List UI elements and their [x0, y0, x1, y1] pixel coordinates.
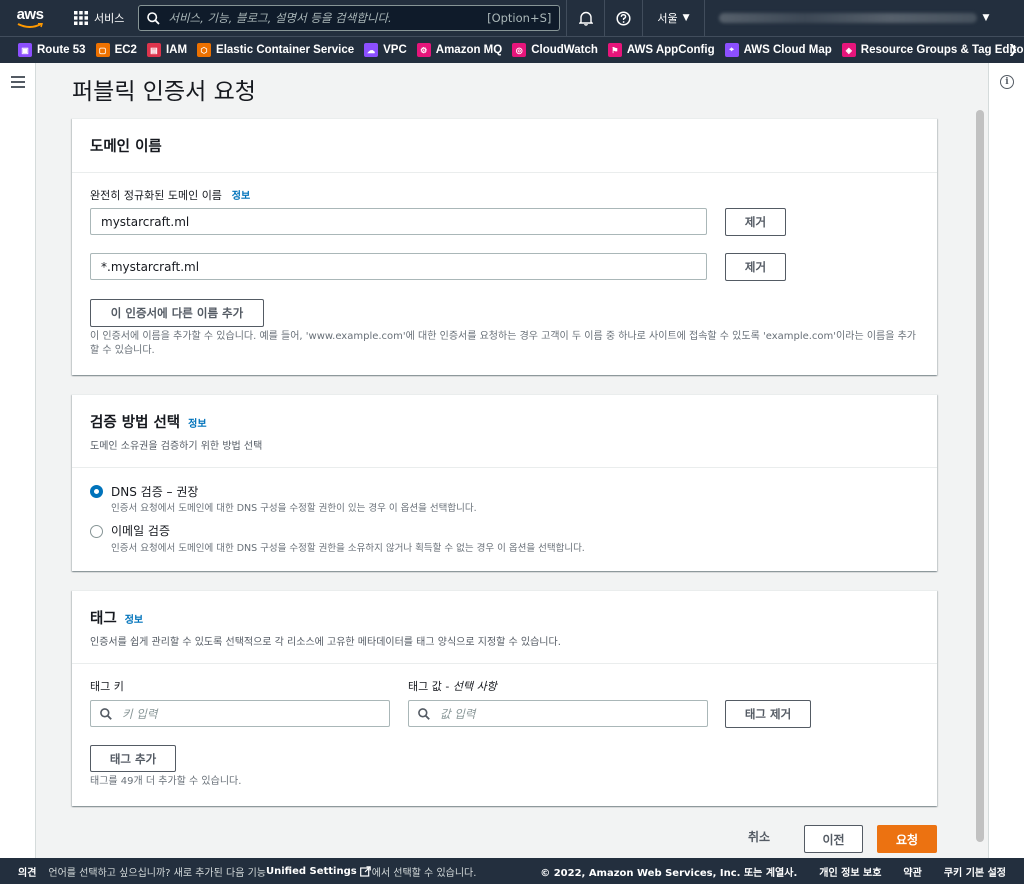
tags-remaining-hint: 태그를 49개 더 추가할 수 있습니다. — [90, 776, 242, 787]
vpc-icon: ☁ — [364, 43, 379, 57]
footer-links: © 2022, Amazon Web Services, Inc. 또는 계열사… — [540, 858, 1006, 884]
cloudmap-icon: ⌖ — [724, 43, 739, 57]
unified-settings-link[interactable]: Unified Settings — [266, 866, 357, 877]
resource-groups-icon: ◈ — [841, 43, 856, 57]
privacy-link[interactable]: 개인 정보 보호 — [819, 864, 881, 879]
tag-key-label: 태그 키 — [90, 680, 124, 693]
favorite-ecs[interactable]: ⬡ Elastic Container Service — [197, 43, 354, 57]
account-name-redacted — [718, 13, 977, 23]
email-validation-radio[interactable] — [90, 525, 103, 538]
notifications-button[interactable] — [566, 0, 604, 36]
favorite-vpc[interactable]: ☁ VPC — [364, 43, 407, 57]
favorite-cloud-map[interactable]: ⌖ AWS Cloud Map — [724, 43, 832, 57]
search-icon — [418, 707, 430, 720]
favorite-appconfig[interactable]: ⚑ AWS AppConfig — [607, 43, 715, 57]
chevron-right-icon[interactable]: ❯ — [1008, 42, 1018, 56]
favorite-resource-groups[interactable]: ◈ Resource Groups & Tag Editor — [841, 43, 1024, 57]
tags-card-title: 태그 — [90, 611, 117, 627]
ec2-icon: ▢ — [95, 43, 110, 57]
mq-icon: ⚙ — [416, 43, 431, 57]
validation-card-title: 검증 방법 선택 — [90, 415, 181, 431]
copyright-text: © 2022, Amazon Web Services, Inc. 또는 계열사… — [540, 867, 798, 879]
favorite-route-53[interactable]: ▣ Route 53 — [18, 43, 86, 57]
services-menu-button[interactable]: 서비스 — [60, 0, 132, 36]
fqdn-label: 완전히 정규화된 도메인 이름 — [90, 189, 222, 202]
favorites-bar: ▣ Route 53 ▢ EC2 ▤ IAM ⬡ Elastic Container S… — [0, 36, 1024, 63]
tag-value-input[interactable]: 값 입력 — [408, 700, 708, 727]
cancel-button[interactable]: 취소 — [748, 828, 770, 845]
fqdn-info-link[interactable]: 정보 — [232, 191, 250, 202]
language-message: 언어를 선택하고 싶으십니까? 새로 추가된 다음 기능 Unified Set… — [48, 865, 477, 879]
caret-down-icon: ▼ — [682, 13, 690, 23]
route53-icon: ▣ — [18, 43, 32, 57]
favorite-iam[interactable]: ▤ IAM — [146, 43, 187, 57]
cloudwatch-icon: ◎ — [512, 43, 527, 57]
domain-card-title: 도메인 이름 — [90, 139, 162, 155]
region-selector[interactable]: 서울 ▼ — [642, 0, 703, 36]
validation-method-card: 검증 방법 선택 정보 도메인 소유권을 검증하기 위한 방법 선택 DNS 검증… — [72, 394, 937, 571]
tags-card: 태그 정보 인증서를 쉽게 관리할 수 있도록 선택적으로 각 리소스에 고유한 … — [72, 590, 937, 806]
page-title: 퍼블릭 인증서 요청 — [72, 79, 256, 105]
search-placeholder: 서비스, 기능, 블로그, 설명서 등을 검색합니다. — [168, 11, 392, 25]
validation-info-link[interactable]: 정보 — [188, 415, 206, 430]
remove-domain-button-1[interactable]: 제거 — [725, 208, 786, 236]
domain-card-header: 도메인 이름 — [72, 119, 937, 173]
global-search-input[interactable]: 서비스, 기능, 블로그, 설명서 등을 검색합니다. [Option+S] — [138, 5, 561, 31]
domain-name-field-1[interactable]: mystarcraft.ml — [90, 208, 707, 235]
aws-logo[interactable]: aws — [0, 0, 60, 36]
ecs-icon: ⬡ — [197, 43, 212, 57]
search-icon — [147, 11, 161, 25]
help-icon — [616, 10, 631, 26]
remove-domain-button-2[interactable]: 제거 — [725, 253, 786, 281]
help-button[interactable] — [604, 0, 642, 36]
remove-tag-button[interactable]: 태그 제거 — [725, 700, 811, 728]
dns-validation-description: 인증서 요청에서 도메인에 대한 DNS 구성을 수정할 권한이 있는 경우 이… — [111, 503, 477, 514]
tag-value-label: 태그 값 - 선택 사항 — [408, 680, 497, 693]
tag-key-input[interactable]: 키 입력 — [90, 700, 390, 727]
tags-info-link[interactable]: 정보 — [125, 611, 143, 626]
dns-validation-title: DNS 검증 – 권장 — [111, 485, 199, 499]
grid-icon — [74, 11, 88, 25]
right-help-rail: i — [988, 63, 1024, 858]
favorite-amazon-mq[interactable]: ⚙ Amazon MQ — [416, 43, 502, 57]
tags-card-description: 인증서를 쉽게 관리할 수 있도록 선택적으로 각 리소스에 고유한 메타데이터… — [90, 637, 561, 648]
aws-smile-icon — [17, 22, 43, 28]
add-name-button[interactable]: 이 인증서에 다른 이름 추가 — [90, 299, 264, 327]
console-footer: 의견 언어를 선택하고 싶으십니까? 새로 추가된 다음 기능 Unified … — [0, 858, 1024, 884]
favorite-ec2[interactable]: ▢ EC2 — [95, 43, 137, 57]
bell-icon — [578, 11, 593, 26]
menu-icon[interactable] — [11, 76, 25, 91]
dns-validation-radio[interactable] — [90, 485, 103, 498]
validation-card-description: 도메인 소유권을 검증하기 위한 방법 선택 — [90, 441, 263, 452]
external-link-icon — [359, 865, 371, 877]
tags-card-header: 태그 정보 인증서를 쉽게 관리할 수 있도록 선택적으로 각 리소스에 고유한 … — [72, 591, 937, 664]
info-icon[interactable]: i — [1000, 75, 1014, 89]
search-icon — [100, 707, 112, 720]
email-validation-description: 인증서 요청에서 도메인에 대한 DNS 구성을 수정할 권한을 소유하지 않거… — [111, 543, 585, 554]
validation-card-header: 검증 방법 선택 정보 도메인 소유권을 검증하기 위한 방법 선택 — [72, 395, 937, 468]
tag-value-optional: 선택 사항 — [452, 680, 497, 693]
add-tag-button[interactable]: 태그 추가 — [90, 745, 176, 772]
top-navigation: aws 서비스 서비스, 기능, 블로그, 설명서 등을 검색합니다. [Opt… — [0, 0, 1024, 36]
cookie-preferences-link[interactable]: 쿠키 기본 설정 — [944, 864, 1006, 879]
left-navigation-rail — [0, 63, 36, 858]
fqdn-label-row: 완전히 정규화된 도메인 이름 정보 — [90, 187, 250, 203]
caret-down-icon: ▼ — [982, 13, 990, 23]
appconfig-icon: ⚑ — [607, 43, 622, 57]
iam-icon: ▤ — [146, 43, 161, 57]
account-menu[interactable]: ▼ — [703, 0, 1024, 36]
domain-names-card: 도메인 이름 완전히 정규화된 도메인 이름 정보 mystarcraft.ml… — [72, 118, 937, 375]
previous-button[interactable]: 이전 — [804, 825, 863, 853]
request-button[interactable]: 요청 — [877, 825, 937, 853]
search-shortcut: [Option+S] — [487, 11, 552, 25]
email-validation-title: 이메일 검증 — [111, 524, 171, 538]
scrollbar-thumb[interactable] — [976, 110, 984, 842]
feedback-link[interactable]: 의견 — [0, 864, 48, 879]
terms-link[interactable]: 약관 — [903, 864, 921, 879]
add-name-hint: 이 인증서에 이름을 추가할 수 있습니다. 예를 들어, 'www.examp… — [90, 331, 916, 356]
domain-name-field-2[interactable]: *.mystarcraft.ml — [90, 253, 707, 280]
favorite-cloudwatch[interactable]: ◎ CloudWatch — [512, 43, 598, 57]
